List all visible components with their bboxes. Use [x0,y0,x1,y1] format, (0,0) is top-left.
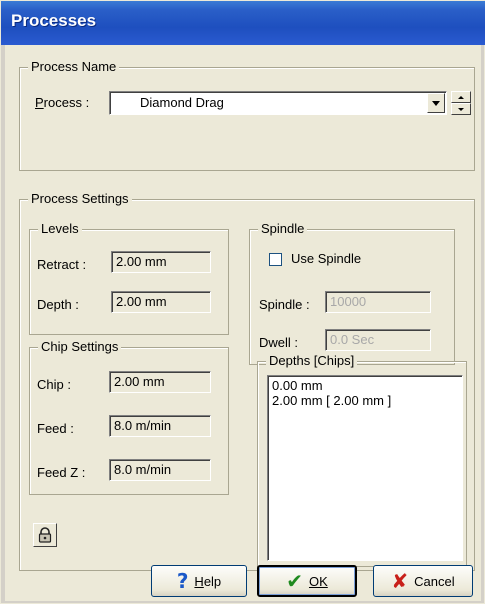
dwell-label: Dwell : [259,335,299,350]
process-select-value: Diamond Drag [140,95,224,110]
levels-legend: Levels [38,221,82,236]
process-name-legend: Process Name [28,59,120,74]
process-label: Process : [35,95,90,110]
ok-button[interactable]: ✔ OK [257,565,357,597]
spindle-label: Spindle : [259,297,310,312]
retract-field[interactable]: 2.00 mm [111,251,211,273]
spindle-field[interactable]: 10000 [325,291,431,313]
list-item[interactable]: 0.00 mm [272,378,458,393]
lock-button[interactable] [33,523,57,547]
depths-list[interactable]: 0.00 mm 2.00 mm [ 2.00 mm ] [267,375,463,561]
spindle-legend: Spindle [258,221,308,236]
processes-dialog: Processes Process Name Process : Diamond… [0,0,485,604]
help-button[interactable]: ? Help [151,565,247,597]
x-icon: ✘ [391,569,409,593]
depth-label: Depth : [37,297,79,312]
process-name-group: Process Name [19,59,475,171]
window-title: Processes [11,11,97,30]
use-spindle-label: Use Spindle [291,251,362,266]
question-icon: ? [176,569,189,593]
dialog-body: Process Name Process : Diamond Drag Proc… [5,45,481,601]
use-spindle-checkbox[interactable] [269,253,282,266]
feedz-label: Feed Z : [37,465,86,480]
levels-group: Levels [29,221,229,335]
feedz-field[interactable]: 8.0 m/min [109,459,211,481]
retract-label: Retract : [37,257,87,272]
ok-button-label: OK [308,573,328,589]
process-settings-legend: Process Settings [28,191,132,206]
dwell-field[interactable]: 0.0 Sec [325,329,431,351]
lock-icon [38,527,52,543]
depths-legend: Depths [Chips] [266,353,358,368]
spin-down-icon[interactable] [451,103,471,115]
feed-field[interactable]: 8.0 m/min [109,415,211,437]
checkmark-icon: ✔ [286,569,303,593]
cancel-button-label: Cancel [414,573,455,589]
chevron-down-icon[interactable] [427,93,445,113]
help-button-label: Help [194,574,221,589]
process-label-text: rocess : [43,95,90,110]
help-label-text: Help [194,573,222,589]
list-item[interactable]: 2.00 mm [ 2.00 mm ] [272,393,458,408]
process-spinner[interactable] [451,91,471,115]
chip-settings-legend: Chip Settings [38,339,122,354]
chip-field[interactable]: 2.00 mm [109,371,211,393]
process-select[interactable]: Diamond Drag [109,91,447,115]
title-bar[interactable]: Processes [1,1,485,45]
depth-field[interactable]: 2.00 mm [111,291,211,313]
spin-up-icon[interactable] [451,91,471,103]
cancel-button[interactable]: ✘ Cancel [373,565,473,597]
feed-label: Feed : [37,421,74,436]
chip-label: Chip : [37,377,71,392]
